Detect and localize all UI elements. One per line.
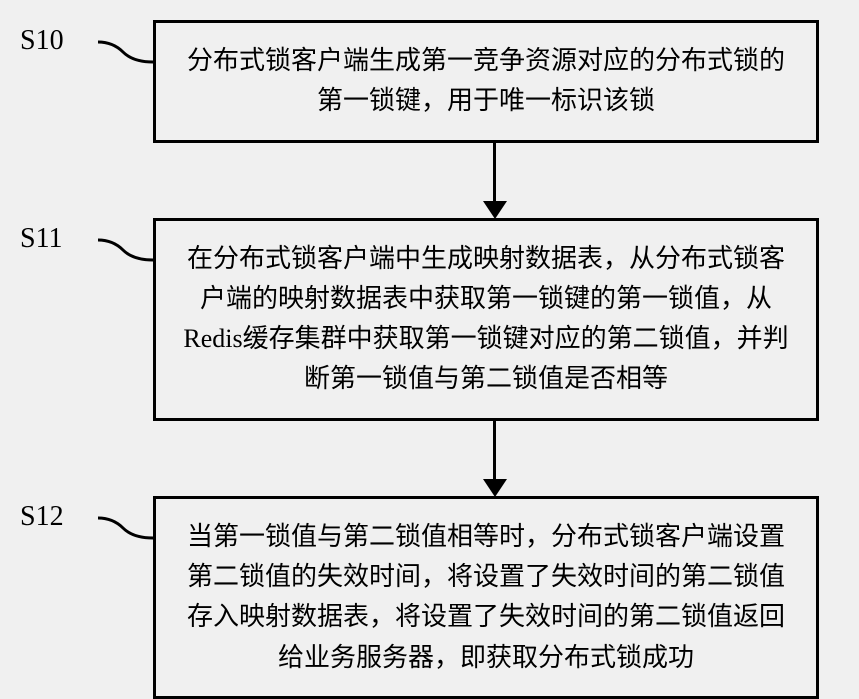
- flowchart-diagram: S10 分布式锁客户端生成第一竞争资源对应的分布式锁的第一锁键，用于唯一标识该锁…: [20, 20, 839, 699]
- arrow-line-icon: [493, 143, 496, 203]
- step-row-s12: S12 当第一锁值与第二锁值相等时，分布式锁客户端设置第二锁值的失效时间，将设置…: [20, 496, 839, 699]
- connector-curve-icon: [98, 32, 153, 72]
- step-label-s11: S11: [20, 218, 90, 255]
- connector-curve-icon: [98, 508, 153, 548]
- step-row-s10: S10 分布式锁客户端生成第一竞争资源对应的分布式锁的第一锁键，用于唯一标识该锁: [20, 20, 839, 143]
- arrow-s10-s11: [85, 143, 859, 218]
- step-row-s11: S11 在分布式锁客户端中生成映射数据表，从分布式锁客户端的映射数据表中获取第一…: [20, 218, 839, 421]
- arrow-s11-s12: [85, 421, 859, 496]
- step-box-s11: 在分布式锁客户端中生成映射数据表，从分布式锁客户端的映射数据表中获取第一锁键的第…: [153, 218, 819, 421]
- arrow-line-icon: [493, 421, 496, 481]
- arrow-head-icon: [483, 479, 507, 497]
- step-label-s10: S10: [20, 20, 90, 57]
- arrow-head-icon: [483, 201, 507, 219]
- connector-curve-icon: [98, 230, 153, 270]
- step-label-s12: S12: [20, 496, 90, 533]
- step-box-s12: 当第一锁值与第二锁值相等时，分布式锁客户端设置第二锁值的失效时间，将设置了失效时…: [153, 496, 819, 699]
- step-box-s10: 分布式锁客户端生成第一竞争资源对应的分布式锁的第一锁键，用于唯一标识该锁: [153, 20, 819, 143]
